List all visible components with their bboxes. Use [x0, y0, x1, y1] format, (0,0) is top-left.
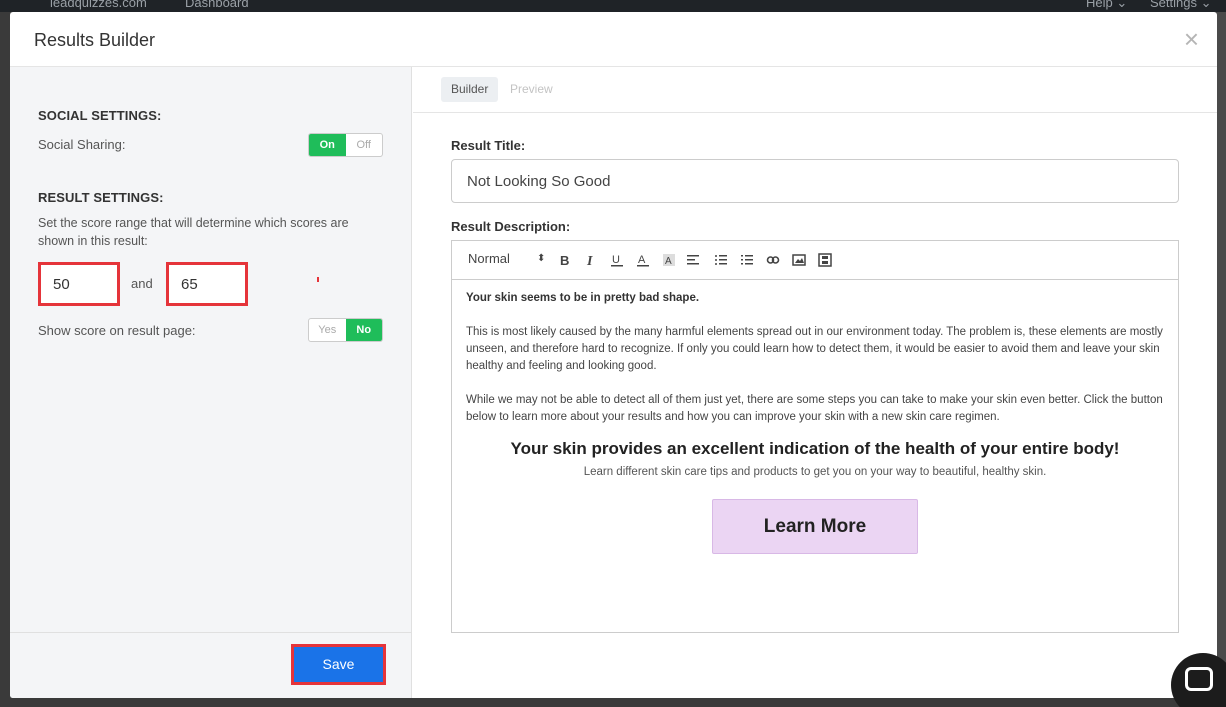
editor-toolbar: Normal ⬍ B I U A A: [452, 241, 1178, 280]
result-settings-title: RESULT SETTINGS:: [38, 190, 164, 205]
ordered-list-icon[interactable]: [740, 253, 754, 267]
image-icon[interactable]: [792, 253, 806, 267]
svg-text:A: A: [665, 256, 672, 267]
svg-text:U: U: [612, 254, 620, 266]
nav-settings: Settings ⌄: [1150, 0, 1212, 10]
editor-panel: Builder Preview Result Title: Result Des…: [413, 67, 1217, 698]
content-paragraph-1: This is most likely caused by the many h…: [466, 326, 1163, 372]
format-caret-icon[interactable]: ⬍: [537, 253, 545, 264]
background-topbar: leadquizzes.com Dashboard Help ⌄ Setting…: [0, 0, 1226, 12]
font-color-icon[interactable]: A: [636, 253, 650, 267]
toggle-no[interactable]: No: [345, 319, 382, 341]
show-score-label: Show score on result page:: [38, 323, 196, 338]
content-sub-heading: Learn different skin care tips and produ…: [583, 466, 1047, 478]
content-paragraph-2: While we may not be able to detect all o…: [466, 394, 1163, 423]
result-title-input[interactable]: [451, 159, 1179, 203]
show-score-toggle[interactable]: Yes No: [308, 318, 383, 342]
site-name: leadquizzes.com: [50, 0, 147, 10]
range-and-label: and: [131, 276, 153, 291]
content-heading: Your skin seems to be in pretty bad shap…: [466, 292, 700, 304]
align-icon[interactable]: [686, 253, 700, 267]
score-max-input[interactable]: [169, 265, 245, 303]
bold-icon[interactable]: B: [558, 253, 572, 267]
annotation-mark: [317, 277, 319, 282]
backdrop-left: [0, 12, 10, 707]
svg-text:I: I: [586, 254, 593, 267]
editor-content[interactable]: Your skin seems to be in pretty bad shap…: [466, 290, 1168, 443]
italic-icon[interactable]: I: [584, 253, 598, 267]
learn-more-button[interactable]: Learn More: [712, 499, 918, 554]
svg-text:A: A: [638, 254, 646, 266]
social-sharing-label: Social Sharing:: [38, 137, 126, 152]
toggle-on[interactable]: On: [309, 134, 346, 156]
editor-tabs: Builder Preview: [413, 67, 1217, 113]
close-icon[interactable]: ×: [1184, 26, 1199, 52]
video-icon[interactable]: [818, 253, 832, 267]
social-sharing-toggle[interactable]: On Off: [308, 133, 383, 157]
settings-panel: SOCIAL SETTINGS: Social Sharing: On Off …: [10, 67, 412, 698]
modal-header: Results Builder ×: [10, 12, 1217, 67]
rich-text-editor[interactable]: Normal ⬍ B I U A A Your skin seems to be…: [451, 240, 1179, 633]
link-icon[interactable]: [766, 253, 780, 267]
modal-title: Results Builder: [34, 30, 156, 50]
score-max-field[interactable]: [166, 262, 248, 306]
backdrop-bottom: [0, 698, 1226, 707]
score-min-input[interactable]: [41, 265, 117, 303]
toggle-yes[interactable]: Yes: [309, 319, 346, 341]
format-select[interactable]: Normal: [468, 251, 510, 266]
result-title-label: Result Title:: [451, 138, 526, 153]
toggle-off[interactable]: Off: [346, 134, 383, 156]
tab-builder[interactable]: Builder: [441, 77, 499, 102]
content-big-heading: Your skin provides an excellent indicati…: [510, 439, 1120, 458]
svg-text:B: B: [560, 253, 569, 267]
chat-icon: [1185, 667, 1213, 691]
underline-icon[interactable]: U: [610, 253, 624, 267]
bullet-list-icon[interactable]: [714, 253, 728, 267]
nav-help: Help ⌄: [1086, 0, 1128, 10]
result-description-label: Result Description:: [451, 219, 571, 234]
results-builder-modal: Results Builder × SOCIAL SETTINGS: Socia…: [10, 12, 1217, 698]
background-color-icon[interactable]: A: [662, 253, 676, 267]
score-range-description: Set the score range that will determine …: [38, 216, 349, 248]
social-settings-title: SOCIAL SETTINGS:: [38, 108, 162, 123]
tab-preview[interactable]: Preview: [500, 77, 563, 102]
nav-dashboard: Dashboard: [185, 0, 249, 10]
score-min-field[interactable]: [38, 262, 120, 306]
save-button[interactable]: Save: [291, 644, 386, 685]
